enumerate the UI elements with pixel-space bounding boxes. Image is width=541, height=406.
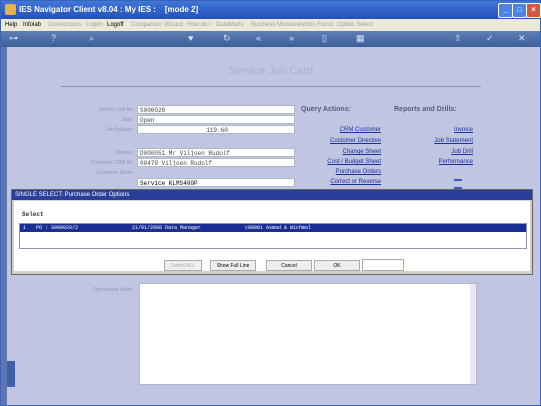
- customer-directive-link[interactable]: Customer Directive: [301, 138, 381, 144]
- export-icon[interactable]: ⇧: [454, 33, 462, 44]
- ok-button[interactable]: OK: [314, 260, 360, 271]
- save-icon[interactable]: ▦: [356, 33, 365, 44]
- application-window: IES Navigator Client v8.04 : My IES : [m…: [0, 0, 541, 406]
- menu-wizard[interactable]: Wizard: [164, 22, 183, 28]
- job-balance-field[interactable]: 119.60: [137, 125, 295, 134]
- side-tab[interactable]: [7, 361, 15, 387]
- director-field[interactable]: D000051 Mr Viljoen Rudolf: [137, 148, 295, 157]
- page-title: Service Job Card: [228, 65, 314, 77]
- menu-companion[interactable]: Companion: [131, 22, 162, 28]
- menu-option-select[interactable]: Option Select: [337, 22, 373, 28]
- menu-help[interactable]: Help: [5, 22, 17, 28]
- heart-icon[interactable]: ♥: [188, 33, 193, 43]
- back-icon[interactable]: «: [256, 33, 261, 43]
- menu-logon[interactable]: Logon: [86, 22, 103, 28]
- director-label: Director: [115, 150, 133, 156]
- check-icon[interactable]: ✓: [486, 33, 494, 44]
- refresh-icon[interactable]: ↻: [223, 33, 231, 44]
- change-sheet-link[interactable]: Change Sheet: [301, 149, 381, 155]
- dialog-body: Select 1 PO : S000020/2 21/01/2008 Data Ma…: [14, 201, 530, 271]
- customer-crm-no-field[interactable]: 00479 Viljoen Rudolf: [137, 158, 295, 167]
- menu-connections[interactable]: Connections: [48, 22, 81, 28]
- menu-icon[interactable]: [454, 179, 462, 189]
- search-icon[interactable]: ⌕: [89, 33, 94, 44]
- state-field[interactable]: Open: [137, 115, 295, 124]
- menu-datamarts[interactable]: DataMarts: [216, 22, 244, 28]
- window-title: IES Navigator Client v8.04 : My IES : [m…: [19, 5, 199, 14]
- show-full-line-button[interactable]: Show Full Line: [210, 260, 256, 271]
- document-icon[interactable]: ▯: [322, 33, 327, 44]
- state-label: State: [121, 117, 133, 123]
- title-bar: IES Navigator Client v8.04 : My IES : [m…: [1, 1, 541, 19]
- performance-link[interactable]: Performance: [401, 159, 473, 165]
- invoice-link[interactable]: Invoice: [401, 127, 473, 133]
- service-job-no-field[interactable]: S000026: [137, 105, 295, 114]
- cost-budget-sheet-link[interactable]: Cost / Budget Sheet: [301, 159, 381, 165]
- job-statement-link[interactable]: Job Statement: [401, 138, 473, 144]
- dialog-title: SINGLE SELECT: Purchase Order Options: [12, 190, 532, 200]
- correct-or-reverse-link[interactable]: Correct or Reverse: [301, 179, 381, 185]
- menu-bar: Help Infolab Connections Logon Logoff Co…: [1, 19, 540, 31]
- service-job-no-label: Service Job No: [99, 107, 133, 113]
- cancel-button[interactable]: Cancel: [266, 260, 312, 271]
- customer-name-label: Customer Name: [96, 170, 133, 176]
- list-item[interactable]: 1 PO : S000020/2 21/01/2008 Data Manager c0…: [20, 224, 526, 232]
- purchase-orders-link[interactable]: Purchase Orders: [301, 169, 381, 175]
- purchase-order-dialog: SINGLE SELECT: Purchase Order Options Se…: [11, 189, 533, 275]
- toolbar: ⊶ ? ⌕ ♥ ↻ « » ▯ ▦ ⇧ ✓ ✕: [1, 31, 540, 47]
- customer-name-field[interactable]: Service KLMS400P: [137, 178, 295, 187]
- menu-infolab[interactable]: Infolab: [23, 22, 41, 28]
- minimize-button[interactable]: _: [498, 3, 513, 18]
- operational-notes-label: Operational Notes: [92, 287, 133, 293]
- menu-logoff[interactable]: Logoff: [107, 22, 124, 28]
- operational-notes-field[interactable]: [139, 283, 477, 385]
- side-strip: [1, 47, 7, 405]
- filter-input[interactable]: [362, 259, 404, 271]
- options-list[interactable]: 1 PO : S000020/2 21/01/2008 Data Manager c0…: [19, 223, 527, 249]
- crm-customer-link[interactable]: CRM Customer: [301, 127, 381, 133]
- help-icon[interactable]: ?: [51, 33, 56, 43]
- notes-scrollbar[interactable]: [470, 284, 476, 384]
- forward-icon[interactable]: »: [289, 33, 294, 43]
- app-logo-icon: [5, 4, 16, 15]
- menu-business-modules[interactable]: Business Modules: [251, 22, 300, 28]
- customer-crm-no-label: Customer CRM No: [90, 160, 133, 166]
- maximize-button[interactable]: □: [512, 3, 527, 18]
- close-button[interactable]: ×: [526, 3, 541, 18]
- job-balance-label: Job Balance: [105, 127, 133, 133]
- close-icon[interactable]: ✕: [518, 33, 526, 44]
- reports-heading: Reports and Drills:: [394, 106, 457, 113]
- menu-action-focus[interactable]: Action Focus: [299, 22, 334, 28]
- select-label: Select: [22, 211, 44, 218]
- header-divider: [61, 86, 481, 87]
- job-drill-link[interactable]: Job Drill: [401, 149, 473, 155]
- query-actions-heading: Query Actions:: [301, 106, 351, 113]
- key-icon[interactable]: ⊶: [9, 33, 18, 44]
- menu-how-do-i[interactable]: How do I: [187, 22, 211, 28]
- select-all-button[interactable]: Select ALL: [164, 260, 202, 271]
